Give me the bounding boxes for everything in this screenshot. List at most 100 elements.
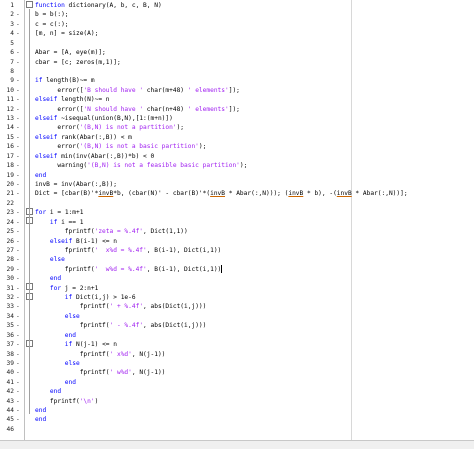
code-line[interactable]: 42- end [0, 387, 474, 396]
code-line[interactable]: 30- end [0, 274, 474, 283]
breakpoint-marker[interactable]: - [16, 171, 21, 180]
breakpoint-marker[interactable]: - [16, 406, 21, 415]
breakpoint-marker[interactable]: - [16, 189, 21, 198]
code-line[interactable]: 36- end [0, 331, 474, 340]
breakpoint-marker[interactable]: - [16, 340, 21, 349]
code-line[interactable]: 27- fprintf(' x%d = %.4f', B(i-1), Dict(… [0, 246, 474, 255]
breakpoint-marker[interactable]: - [16, 368, 21, 377]
code-line[interactable]: 41- end [0, 378, 474, 387]
breakpoint-marker[interactable]: - [16, 274, 21, 283]
breakpoint-marker[interactable]: - [16, 180, 21, 189]
breakpoint-marker[interactable]: - [16, 255, 21, 264]
breakpoint-marker[interactable]: - [16, 95, 21, 104]
code-text[interactable]: else [35, 255, 65, 264]
breakpoint-marker[interactable]: - [16, 237, 21, 246]
code-line[interactable]: 11- elseif length(N)~= n [0, 95, 474, 104]
code-text[interactable]: else [35, 359, 80, 368]
code-text[interactable]: elseif length(N)~= n [35, 95, 110, 104]
code-line[interactable]: 38- fprintf(' x%d', N(j-1)) [0, 350, 474, 359]
breakpoint-marker[interactable]: - [16, 152, 21, 161]
code-line[interactable]: 5 [0, 39, 474, 48]
code-text[interactable]: elseif B(i-1) <= n [35, 237, 117, 246]
code-line[interactable]: 22 [0, 199, 474, 208]
code-line[interactable]: 7- cbar = [c; zeros(m,1)]; [0, 58, 474, 67]
code-line[interactable]: 31- for j = 2:n+1 [0, 283, 474, 293]
code-text[interactable]: elseif ~isequal(union(B,N),[1:(m+n)]) [35, 114, 173, 123]
code-line[interactable]: 43- fprintf('\n') [0, 397, 474, 406]
breakpoint-marker[interactable]: - [16, 246, 21, 255]
breakpoint-marker[interactable]: - [16, 387, 21, 396]
breakpoint-marker[interactable]: - [16, 58, 21, 67]
breakpoint-marker[interactable]: - [16, 321, 21, 330]
code-line[interactable]: 3- c = c(:); [0, 20, 474, 29]
code-line[interactable]: 18- warning('(B,N) is not a feasible bas… [0, 161, 474, 170]
code-text[interactable]: function dictionary(A, b, c, B, N) [35, 1, 162, 10]
code-line[interactable]: 26- elseif B(i-1) <= n [0, 237, 474, 246]
breakpoint-marker[interactable]: - [16, 48, 21, 57]
breakpoint-marker[interactable]: - [16, 350, 21, 359]
code-text[interactable]: b = b(:); [35, 10, 69, 19]
code-line[interactable]: 40- fprintf(' w%d', N(j-1)) [0, 368, 474, 377]
code-line[interactable]: 6- Abar = [A, eye(m)]; [0, 48, 474, 57]
code-text[interactable]: error('(B,N) is not a basic partition'); [35, 142, 206, 151]
code-line[interactable]: 44- end [0, 406, 474, 415]
code-line[interactable]: 2- b = b(:); [0, 10, 474, 19]
code-text[interactable]: elseif rank(Abar(:,B)) < m [35, 133, 132, 142]
code-text[interactable]: Dict = [cbar(B)'*invB*b, (cbar(N)' - cba… [35, 189, 408, 198]
code-line[interactable]: 17- elseif min(inv(Abar(:,B))*b) < 0 [0, 152, 474, 161]
breakpoint-marker[interactable]: - [16, 265, 21, 274]
code-line[interactable]: 19- end [0, 171, 474, 180]
code-text[interactable]: end [35, 406, 46, 415]
code-line[interactable]: 33- fprintf(' + %.4f', abs(Dict(i,j))) [0, 302, 474, 311]
code-text[interactable]: fprintf('\n') [35, 397, 98, 406]
code-text[interactable]: fprintf(' w%d = %.4f', B(i-1), Dict(i,1)… [35, 264, 223, 274]
code-text[interactable]: if N(j-1) <= n [35, 340, 117, 349]
code-text[interactable]: error('(B,N) is not a partition'); [35, 123, 184, 132]
breakpoint-marker[interactable]: - [16, 161, 21, 170]
breakpoint-marker[interactable]: - [16, 397, 21, 406]
code-line[interactable]: 23- for i = 1:m+1 [0, 207, 474, 217]
code-text[interactable]: error(['N should have ' char(n+48) ' ele… [35, 105, 240, 114]
breakpoint-marker[interactable]: - [16, 331, 21, 340]
breakpoint-marker[interactable]: - [16, 302, 21, 311]
code-text[interactable]: fprintf(' x%d', N(j-1)) [35, 350, 166, 359]
breakpoint-marker[interactable]: - [16, 123, 21, 132]
code-text[interactable]: if length(B)~= m [35, 76, 95, 85]
code-line[interactable]: 34- else [0, 312, 474, 321]
breakpoint-marker[interactable]: - [16, 208, 21, 217]
code-text[interactable]: error(['B should have ' char(m+48) ' ele… [35, 86, 240, 95]
code-text[interactable]: end [35, 378, 76, 387]
code-text[interactable]: fprintf(' + %.4f', abs(Dict(i,j))) [35, 302, 207, 311]
code-line[interactable]: 13- elseif ~isequal(union(B,N),[1:(m+n)]) [0, 114, 474, 123]
code-text[interactable]: Abar = [A, eye(m)]; [35, 48, 106, 57]
breakpoint-marker[interactable]: - [16, 105, 21, 114]
code-line[interactable]: 45- end [0, 415, 474, 424]
breakpoint-marker[interactable]: - [16, 114, 21, 123]
breakpoint-marker[interactable]: - [16, 10, 21, 19]
code-text[interactable]: [m, n] = size(A); [35, 29, 98, 38]
code-line[interactable]: 29- fprintf(' w%d = %.4f', B(i-1), Dict(… [0, 264, 474, 274]
breakpoint-marker[interactable]: - [16, 227, 21, 236]
code-text[interactable]: warning('(B,N) is not a feasible basic p… [35, 161, 247, 170]
code-editor[interactable]: 1 function dictionary(A, b, c, B, N) 2- b =… [0, 0, 474, 449]
code-line[interactable]: 39- else [0, 359, 474, 368]
code-line[interactable]: 4- [m, n] = size(A); [0, 29, 474, 38]
code-line[interactable]: 25- fprintf('zeta = %.4f', Dict(1,1)) [0, 227, 474, 236]
code-line[interactable]: 14- error('(B,N) is not a partition'); [0, 123, 474, 132]
code-line[interactable]: 20- invB = inv(Abar(:,B)); [0, 180, 474, 189]
code-line[interactable]: 35- fprintf(' - %.4f', abs(Dict(i,j))) [0, 321, 474, 330]
code-text[interactable]: elseif min(inv(Abar(:,B))*b) < 0 [35, 152, 154, 161]
breakpoint-marker[interactable]: - [16, 284, 21, 293]
code-text[interactable]: else [35, 312, 80, 321]
code-text[interactable]: fprintf(' - %.4f', abs(Dict(i,j))) [35, 321, 207, 330]
breakpoint-marker[interactable]: - [16, 76, 21, 85]
breakpoint-marker[interactable]: - [16, 29, 21, 38]
code-text[interactable]: fprintf('zeta = %.4f', Dict(1,1)) [35, 227, 188, 236]
code-text[interactable]: end [35, 331, 76, 340]
code-text[interactable]: for i = 1:m+1 [35, 208, 83, 217]
code-text[interactable]: fprintf(' w%d', N(j-1)) [35, 368, 166, 377]
code-line[interactable]: 8 [0, 67, 474, 76]
code-text[interactable]: fprintf(' x%d = %.4f', B(i-1), Dict(i,1)… [35, 246, 221, 255]
code-line[interactable]: 37- if N(j-1) <= n [0, 339, 474, 349]
code-line[interactable]: 46 [0, 425, 474, 434]
